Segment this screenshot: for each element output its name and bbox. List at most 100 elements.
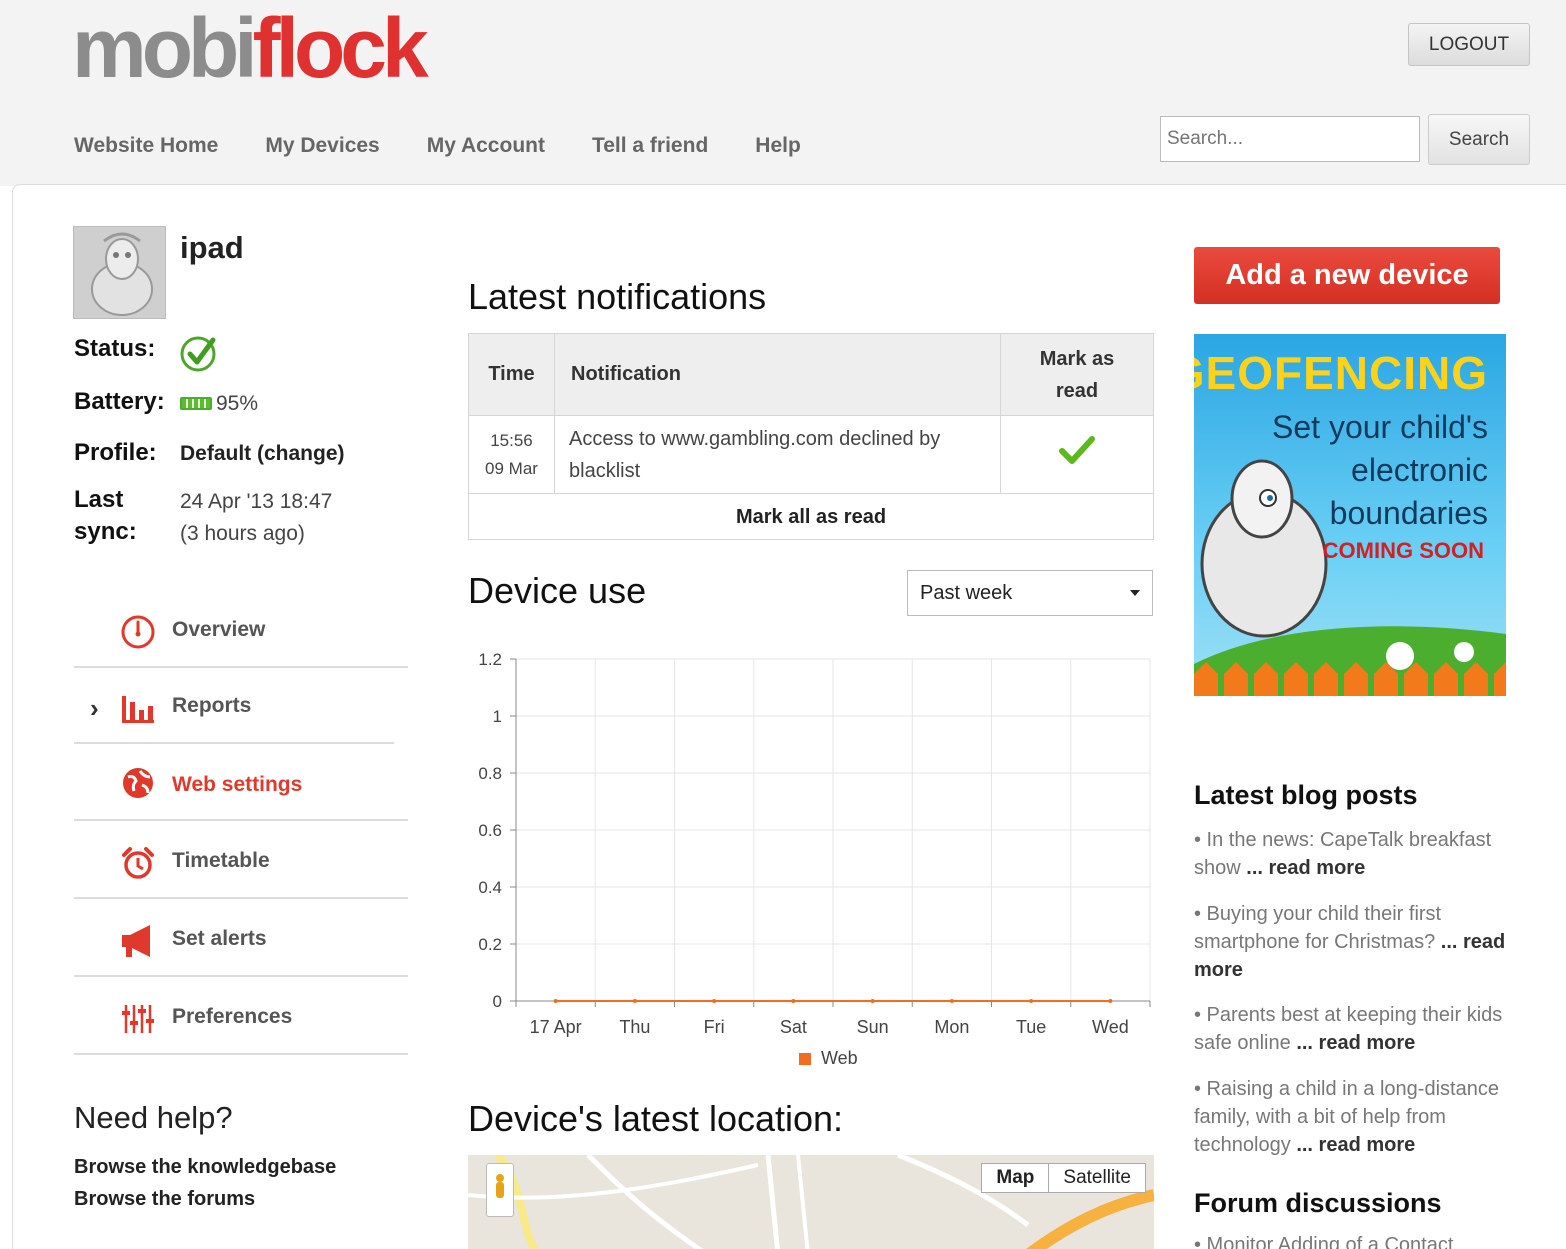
chart-data-point <box>553 999 558 1003</box>
nav-my-devices[interactable]: My Devices <box>265 134 379 158</box>
device-avatar <box>73 226 166 319</box>
chart-x-tick-label: Sat <box>780 1017 807 1037</box>
col-mark-line2: read <box>1055 379 1099 402</box>
globe-icon <box>123 768 153 798</box>
chart-data-point <box>949 999 954 1003</box>
notification-date: 09 Mar <box>485 458 538 478</box>
chart-x-tick-label: Wed <box>1092 1017 1129 1037</box>
mark-all-read-button[interactable]: Mark all as read <box>468 493 1154 540</box>
read-more-link[interactable]: ... read more <box>1296 1134 1415 1156</box>
ad-coming-soon: COMING SOON <box>1322 538 1484 563</box>
chart-data-point <box>870 999 875 1003</box>
chart-data-point <box>1029 999 1034 1003</box>
mark-all-row: Mark all as read <box>468 493 1154 540</box>
profile-label: Profile: <box>74 439 157 466</box>
dashboard-icon <box>121 615 155 649</box>
menu-item-preferences[interactable]: Preferences <box>74 979 408 1055</box>
status-label: Status: <box>74 335 156 362</box>
satellite-button[interactable]: Satellite <box>1049 1164 1145 1192</box>
chart-x-tick-label: Fri <box>704 1017 725 1037</box>
read-more-link[interactable]: ... read more <box>1296 1032 1415 1054</box>
nav-tell-a-friend[interactable]: Tell a friend <box>592 134 708 158</box>
ad-tagline: Set your child's electronic boundaries <box>1272 406 1488 536</box>
status-ok-icon <box>179 333 219 378</box>
notification-time-cell: 15:56 09 Mar <box>468 415 555 494</box>
nav-my-account[interactable]: My Account <box>427 134 545 158</box>
ad-title: GEOFENCING <box>1194 347 1488 399</box>
notifications-title: Latest notifications <box>468 276 767 317</box>
last-sync-label-line1: Last <box>74 486 124 513</box>
blog-post-text: • Buying your child their first smartpho… <box>1194 903 1442 953</box>
menu-item-reports[interactable]: Reports <box>74 668 394 744</box>
battery-label: Battery: <box>74 388 165 415</box>
menu-label-overview: Overview <box>172 618 266 641</box>
add-new-device-button[interactable]: Add a new device <box>1194 247 1500 304</box>
battery-icon <box>180 397 212 410</box>
col-mark-line1: Mark as <box>1039 347 1115 370</box>
forum-discussions-title: Forum discussions <box>1194 1188 1442 1218</box>
col-time: Time <box>468 333 555 416</box>
location-map[interactable]: Map Satellite <box>468 1155 1154 1249</box>
location-title: Device's latest location: <box>468 1098 844 1139</box>
blog-post-item[interactable]: • Raising a child in a long-distance fam… <box>1194 1075 1514 1159</box>
search-input[interactable] <box>1160 116 1420 162</box>
menu-item-set-alerts[interactable]: Set alerts <box>74 901 408 977</box>
blog-post-item[interactable]: • Buying your child their first smartpho… <box>1194 900 1514 984</box>
menu-label-set-alerts: Set alerts <box>172 927 267 950</box>
sheep-avatar-icon <box>91 232 153 316</box>
last-sync-label-line2: sync: <box>74 518 137 545</box>
chart-y-tick-label: 1 <box>493 707 502 726</box>
chart-data-point <box>712 999 717 1003</box>
alarm-clock-icon <box>122 847 154 879</box>
menu-item-web-settings[interactable]: Web settings <box>74 745 408 821</box>
chart-data-point <box>632 999 637 1003</box>
chart-y-tick-label: 0 <box>493 992 502 1011</box>
knowledgebase-link[interactable]: Browse the knowledgebase <box>74 1156 336 1179</box>
last-sync-value: 24 Apr '13 18:47 <box>180 490 333 513</box>
map-type-control: Map Satellite <box>981 1163 1146 1193</box>
chart-x-tick-label: Sun <box>857 1017 889 1037</box>
menu-label-timetable: Timetable <box>172 849 270 872</box>
bar-chart-icon <box>122 696 154 723</box>
time-range-select[interactable]: Past week <box>907 570 1153 616</box>
logout-button[interactable]: LOGOUT <box>1408 23 1530 66</box>
geofencing-ad-banner[interactable]: GEOFENCING Set your child's electronic b… <box>1194 334 1506 696</box>
read-more-link[interactable]: ... read more <box>1246 857 1365 879</box>
chart-data-point <box>791 999 796 1003</box>
col-mark-as-read: Mark as read <box>1000 333 1154 416</box>
caret-down-icon <box>1130 590 1140 596</box>
chevron-right-icon[interactable]: › <box>90 693 99 724</box>
table-row: 15:56 09 Mar Access to www.gambling.com … <box>468 415 1154 494</box>
chart-y-tick-label: 0.6 <box>478 821 502 840</box>
header: mobiflock LOGOUT Website Home My Devices… <box>0 0 1566 186</box>
nav-website-home[interactable]: Website Home <box>74 134 218 158</box>
checkmark-icon[interactable] <box>1059 435 1095 465</box>
menu-label-preferences: Preferences <box>172 1005 293 1028</box>
profile-value[interactable]: Default (change) <box>180 442 345 466</box>
blog-post-item[interactable]: • In the news: CapeTalk breakfast show .… <box>1194 826 1514 882</box>
chart-x-tick-label: Thu <box>619 1017 650 1037</box>
map-button[interactable]: Map <box>982 1164 1050 1192</box>
mobiflock-logo[interactable]: mobiflock <box>72 6 429 90</box>
menu-item-overview[interactable]: Overview <box>74 592 408 668</box>
mark-read-cell <box>1000 415 1154 494</box>
notification-time: 15:56 <box>490 431 533 451</box>
blog-post-item[interactable]: • Parents best at keeping their kids saf… <box>1194 1001 1514 1057</box>
chart-y-tick-label: 1.2 <box>478 650 502 669</box>
forum-discussion-item[interactable]: • Monitor Adding of a Contact <box>1194 1234 1514 1249</box>
device-use-title: Device use <box>468 570 647 611</box>
nav-help[interactable]: Help <box>755 134 801 158</box>
col-notification: Notification <box>554 333 1001 416</box>
last-sync-ago: (3 hours ago) <box>180 522 305 545</box>
menu-item-timetable[interactable]: Timetable <box>74 823 408 899</box>
notifications-header-row: Time Notification Mark as read <box>468 333 1154 416</box>
battery-value: 95% <box>216 392 259 415</box>
megaphone-icon <box>122 925 150 957</box>
forums-link[interactable]: Browse the forums <box>74 1188 255 1211</box>
street-view-pegman-icon[interactable] <box>486 1163 514 1217</box>
notification-text-line1: Access to www.gambling.com declined by <box>569 427 941 450</box>
logo-part-mobi: mobi <box>72 1 258 95</box>
search-button[interactable]: Search <box>1428 114 1530 165</box>
chart-legend-swatch <box>799 1053 811 1065</box>
chart-x-tick-label: 17 Apr <box>530 1017 582 1037</box>
